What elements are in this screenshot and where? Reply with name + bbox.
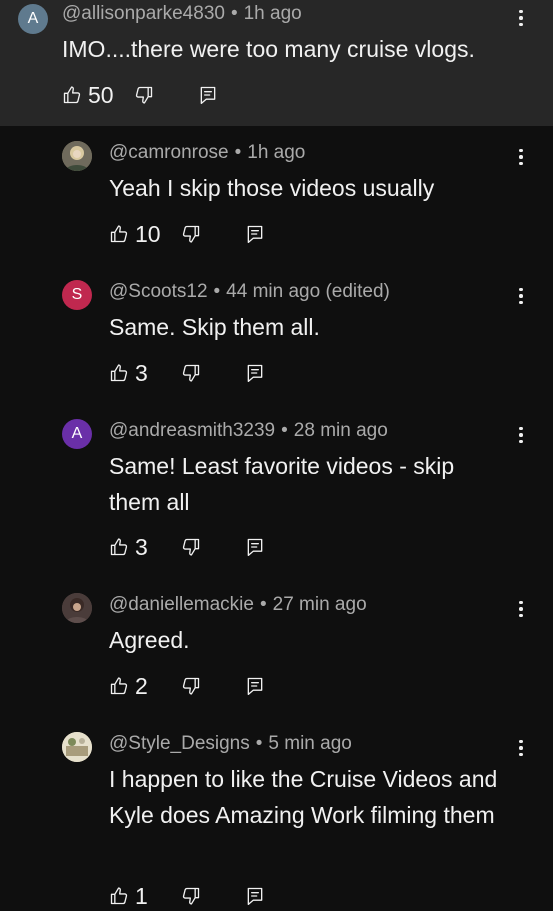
avatar-letter: S <box>71 286 83 303</box>
photo-avatar-icon <box>62 732 92 762</box>
comment-time: 5 min ago <box>268 733 352 754</box>
avatar[interactable]: S <box>62 280 92 310</box>
dislike-button[interactable] <box>181 671 201 701</box>
comment-text: Yeah I skip those videos usually <box>109 175 435 201</box>
comment-meta: @allisonparke4830 • 1h ago <box>62 3 302 25</box>
like-count: 50 <box>88 81 114 108</box>
thumbs-down-icon <box>182 538 200 556</box>
comment-actions: 10 <box>109 219 309 249</box>
more-vert-icon[interactable] <box>514 6 528 30</box>
like-button[interactable]: 1 <box>109 881 148 911</box>
avatar[interactable]: A <box>18 4 48 34</box>
avatar[interactable] <box>62 732 92 762</box>
comment-meta: @Scoots12 • 44 min ago (edited) <box>109 281 390 303</box>
reply-button[interactable] <box>198 80 218 110</box>
comment-actions: 3 <box>109 358 309 388</box>
comment-meta: @camronrose • 1h ago <box>109 142 305 164</box>
photo-avatar-icon <box>62 141 92 171</box>
comment-time: 27 min ago <box>272 594 367 615</box>
meta-separator: • <box>255 733 263 754</box>
like-count: 10 <box>135 220 161 247</box>
avatar[interactable] <box>62 593 92 623</box>
reply-button[interactable] <box>245 219 265 249</box>
avatar[interactable]: A <box>62 419 92 449</box>
more-vert-icon[interactable] <box>514 145 528 169</box>
reply-icon <box>247 364 263 382</box>
like-button[interactable]: 3 <box>109 532 148 562</box>
reply-button[interactable] <box>245 532 265 562</box>
thumbs-down-icon <box>182 677 200 695</box>
comment-actions: 1 <box>109 881 309 911</box>
comment-meta: @andreasmith3239 • 28 min ago <box>109 420 388 442</box>
comment-text: Same! Least favorite videos - skip them … <box>109 453 455 515</box>
meta-separator: • <box>230 3 238 24</box>
comment-text: I happen to like the Cruise Videos and K… <box>109 766 498 828</box>
more-vert-icon[interactable] <box>514 284 528 308</box>
thumbs-up-icon <box>110 887 128 905</box>
comment-time: 1h ago <box>243 3 302 24</box>
comment-author[interactable]: @allisonparke4830 <box>62 3 225 24</box>
meta-separator: • <box>281 420 288 441</box>
like-button[interactable]: 10 <box>109 219 161 249</box>
comment-text: IMO....there were too many cruise vlogs. <box>62 36 475 62</box>
reply-button[interactable] <box>245 671 265 701</box>
thumbs-up-icon <box>63 86 81 104</box>
thumbs-down-icon <box>135 86 153 104</box>
comment-time: 44 min ago (edited) <box>226 281 390 302</box>
thumbs-down-icon <box>182 225 200 243</box>
comment-actions: 2 <box>109 671 309 701</box>
thumbs-up-icon <box>110 677 128 695</box>
avatar[interactable] <box>62 141 92 171</box>
comment-author[interactable]: @camronrose <box>109 142 229 163</box>
more-vert-icon[interactable] <box>514 597 528 621</box>
comment-meta: @Style_Designs • 5 min ago <box>109 733 352 755</box>
reply-button[interactable] <box>245 358 265 388</box>
avatar-letter: A <box>27 10 39 27</box>
dislike-button[interactable] <box>181 532 201 562</box>
more-vert-icon[interactable] <box>514 736 528 760</box>
dislike-button[interactable] <box>134 80 154 110</box>
comment-text: Agreed. <box>109 627 190 653</box>
like-count: 2 <box>135 672 148 699</box>
comment-author[interactable]: @Style_Designs <box>109 733 250 754</box>
comment-actions: 50 <box>62 80 262 110</box>
like-count: 3 <box>135 359 148 386</box>
dislike-button[interactable] <box>181 219 201 249</box>
avatar-letter: A <box>71 425 83 442</box>
comment-time: 1h ago <box>247 142 306 163</box>
reply-icon <box>247 538 263 556</box>
comment-meta: @daniellemackie • 27 min ago <box>109 594 367 616</box>
reply-button[interactable] <box>245 881 265 911</box>
thumbs-up-icon <box>110 364 128 382</box>
reply-icon <box>247 225 263 243</box>
photo-avatar-icon <box>62 593 92 623</box>
comment-time: 28 min ago <box>293 420 388 441</box>
dislike-button[interactable] <box>181 881 201 911</box>
meta-separator: • <box>213 281 221 302</box>
comment-text: Same. Skip them all. <box>109 314 320 340</box>
thumbs-up-icon <box>110 538 128 556</box>
meta-separator: • <box>259 594 267 615</box>
meta-separator: • <box>234 142 242 163</box>
dislike-button[interactable] <box>181 358 201 388</box>
like-count: 3 <box>135 533 148 560</box>
comment-actions: 3 <box>109 532 309 562</box>
reply-icon <box>200 86 216 105</box>
comment-author[interactable]: @daniellemackie <box>109 594 254 615</box>
reply-icon <box>247 677 263 695</box>
comment-author[interactable]: @andreasmith3239 <box>109 420 275 441</box>
thumbs-down-icon <box>182 887 200 905</box>
reply-icon <box>247 887 263 905</box>
like-button[interactable]: 2 <box>109 671 148 701</box>
like-button[interactable]: 3 <box>109 358 148 388</box>
comment-author[interactable]: @Scoots12 <box>109 281 208 302</box>
more-vert-icon[interactable] <box>514 423 528 447</box>
thumbs-down-icon <box>182 364 200 382</box>
like-button[interactable]: 50 <box>62 80 114 110</box>
like-count: 1 <box>135 882 148 909</box>
thumbs-up-icon <box>110 225 128 243</box>
